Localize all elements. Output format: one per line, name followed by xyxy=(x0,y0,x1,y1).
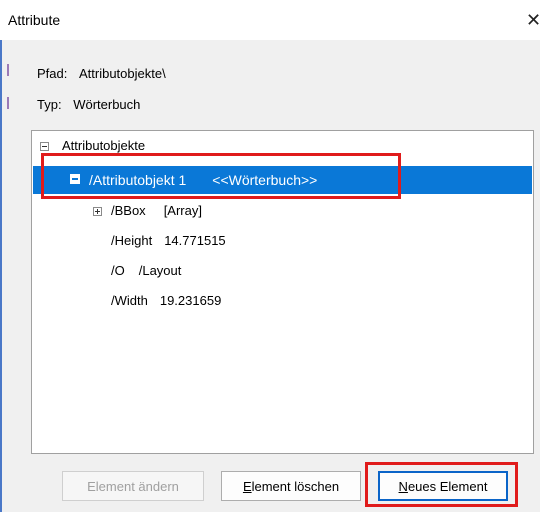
side-marker xyxy=(7,97,9,109)
tree-node-value: /Layout xyxy=(138,263,182,278)
path-value: Attributobjekte\ xyxy=(78,66,166,81)
tree-node-key: /Width xyxy=(111,293,148,308)
side-marker xyxy=(7,64,9,76)
tree-node-height[interactable]: /Height 14.771515 xyxy=(111,230,226,252)
plus-box-icon[interactable] xyxy=(93,207,102,216)
tree-node-value: 19.231659 xyxy=(159,293,222,308)
path-line: Pfad: Attributobjekte\ xyxy=(37,66,166,81)
tree-node-value: [Array] xyxy=(163,203,202,218)
edit-element-button[interactable]: Element ändern xyxy=(62,471,204,501)
title-bar: Attribute ✕ xyxy=(0,0,540,40)
path-label: Pfad: xyxy=(37,66,68,81)
tree-node-bbox[interactable]: /BBox [Array] xyxy=(111,200,202,222)
attribute-dialog: Attribute ✕ Pfad: Attributobjekte\ Typ: … xyxy=(0,0,540,512)
selected-node-type: <<Wörterbuch>> xyxy=(212,172,318,188)
type-value: Wörterbuch xyxy=(73,97,141,112)
tree-node-value: 14.771515 xyxy=(164,233,226,248)
tree-node-key: /BBox xyxy=(111,203,146,218)
tree-node-root[interactable]: Attributobjekte xyxy=(62,135,145,157)
tree-node-key: /O xyxy=(111,263,125,278)
minus-box-icon[interactable] xyxy=(40,142,49,151)
tree-node-width[interactable]: /Width 19.231659 xyxy=(111,290,221,312)
new-mnemonic: N xyxy=(398,478,408,494)
new-label-post: eues Element xyxy=(407,478,488,494)
new-element-button[interactable]: Neues Element xyxy=(378,471,508,501)
selected-node-name: /Attributobjekt 1 xyxy=(89,172,187,188)
tree-node-key: /Height xyxy=(111,233,153,248)
delete-mnemonic: E xyxy=(242,478,252,494)
delete-element-button[interactable]: Element löschen xyxy=(221,471,361,501)
tree-node-o[interactable]: /O/Layout xyxy=(111,260,181,282)
window-title: Attribute xyxy=(8,12,61,28)
selected-node-text[interactable]: /Attributobjekt 1 <<Wörterbuch>> xyxy=(89,169,317,191)
type-label: Typ: xyxy=(37,97,62,112)
tree-node-label: Attributobjekte xyxy=(62,138,146,153)
attribute-tree[interactable]: Attributobjekte /Attributobjekt 1 <<Wörte… xyxy=(31,130,534,454)
minus-box-icon[interactable] xyxy=(70,174,80,184)
delete-label-post: lement löschen xyxy=(251,478,340,494)
window-edge-accent xyxy=(0,0,2,512)
close-icon[interactable]: ✕ xyxy=(526,9,540,31)
type-line: Typ: Wörterbuch xyxy=(37,97,140,112)
